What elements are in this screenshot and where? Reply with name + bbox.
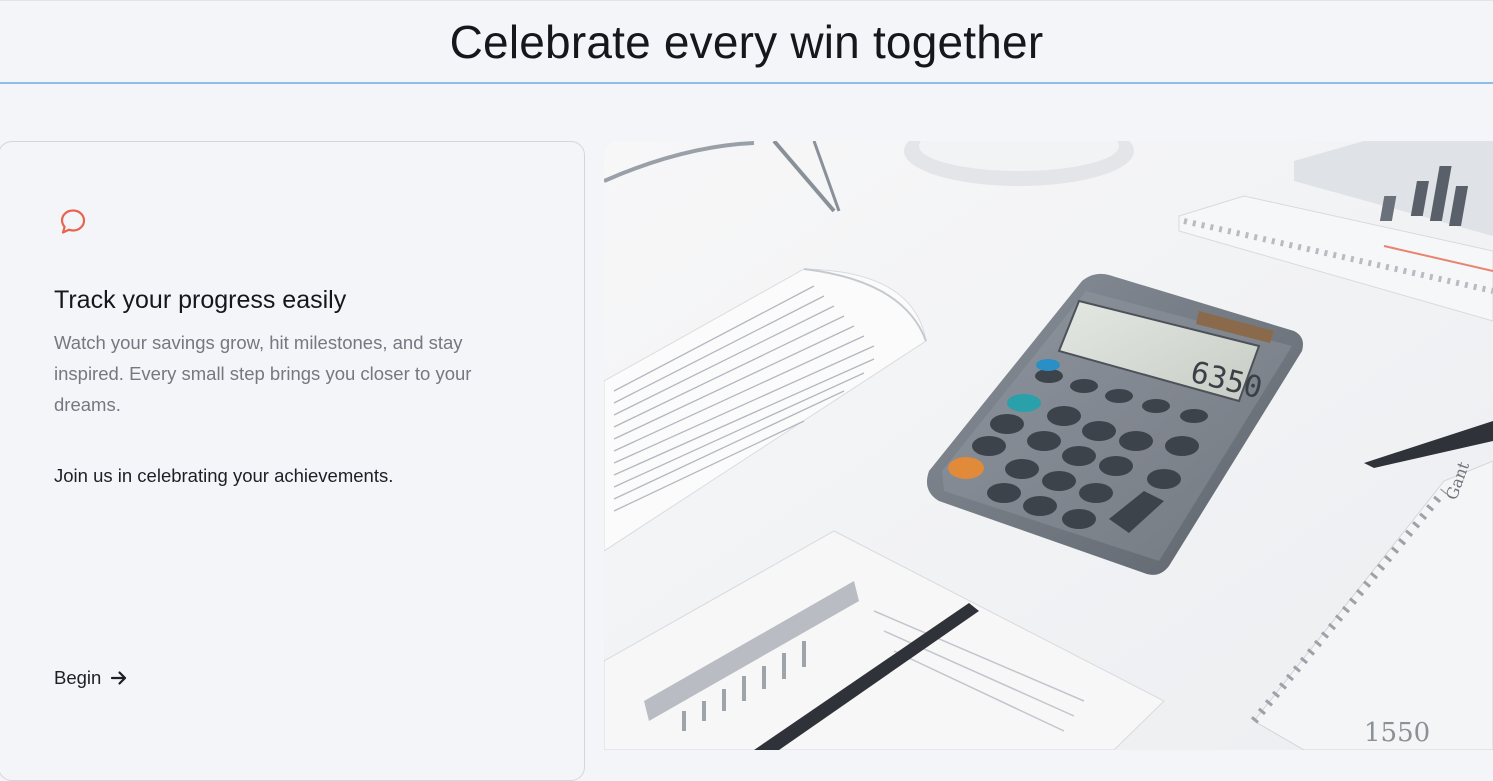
page-title: Celebrate every win together: [449, 15, 1044, 68]
begin-button[interactable]: Begin: [54, 667, 129, 689]
card-description: Watch your savings grow, hit milestones,…: [54, 332, 472, 415]
paper-number: 1550: [1364, 718, 1430, 748]
hero-image: 6350 1550 Gant: [604, 141, 1493, 750]
card-title: Track your progress easily: [54, 286, 347, 314]
page-header: Celebrate every win together: [0, 0, 1493, 84]
card-note: Join us in celebrating your achievements…: [54, 465, 394, 486]
chat-bubble-icon: [60, 209, 86, 234]
arrow-right-icon: [111, 671, 127, 685]
begin-label: Begin: [54, 667, 102, 688]
calculator-desk-illustration: 6350 1550 Gant: [604, 141, 1493, 750]
